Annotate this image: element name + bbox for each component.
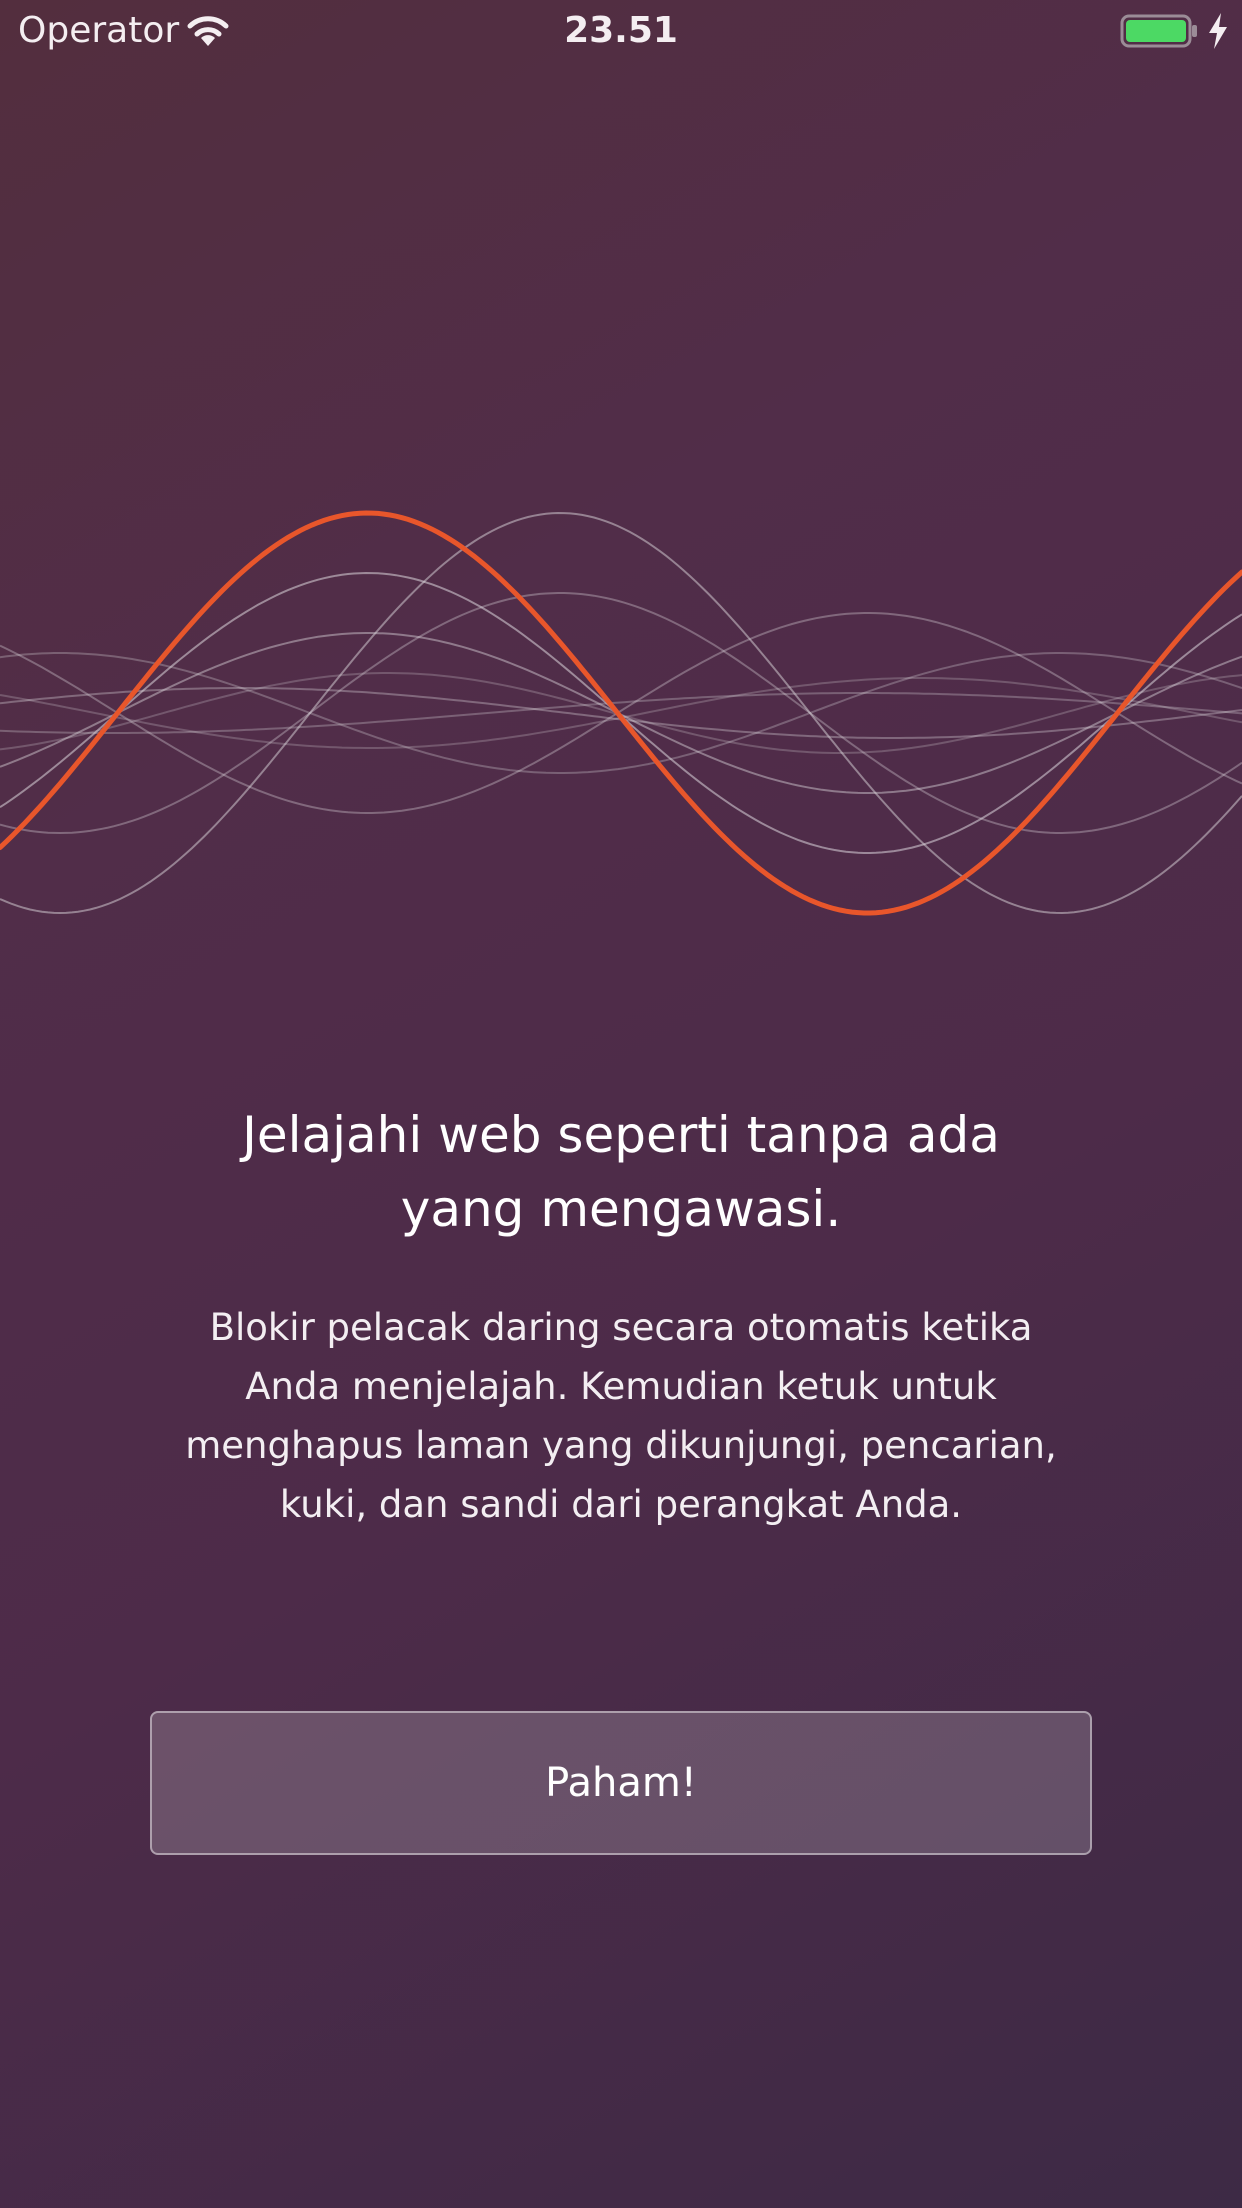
description-line: Blokir pelacak daring secara otomatis ke… <box>209 1306 1033 1349</box>
got-it-button[interactable]: Paham! <box>150 1711 1092 1855</box>
headline-line-1: Jelajahi web seperti tanpa ada <box>242 1106 1000 1164</box>
description-line: Anda menjelajah. Kemudian ketuk untuk <box>245 1365 997 1408</box>
status-time: 23.51 <box>564 10 678 51</box>
wave-gray-line <box>0 612 1242 814</box>
description-line: kuki, dan sandi dari perangkat Anda. <box>279 1483 963 1526</box>
sound-wave-illustration <box>0 510 1242 916</box>
charging-bolt-icon <box>1209 13 1227 49</box>
onboarding-headline: Jelajahi web seperti tanpa ada yang meng… <box>171 1098 1071 1246</box>
battery-icon <box>1120 14 1197 48</box>
wave-gray-line <box>0 692 1242 734</box>
wave-gray-line <box>0 672 1242 754</box>
description-line: menghapus laman yang dikunjungi, pencari… <box>185 1424 1057 1467</box>
status-bar: Operator 23.51 <box>0 0 1242 62</box>
onboarding-description: Blokir pelacak daring secara otomatis ke… <box>141 1298 1101 1534</box>
headline-line-2: yang mengawasi. <box>400 1180 842 1238</box>
wave-gray-line <box>0 511 1242 915</box>
wave-gray-line <box>0 571 1242 854</box>
